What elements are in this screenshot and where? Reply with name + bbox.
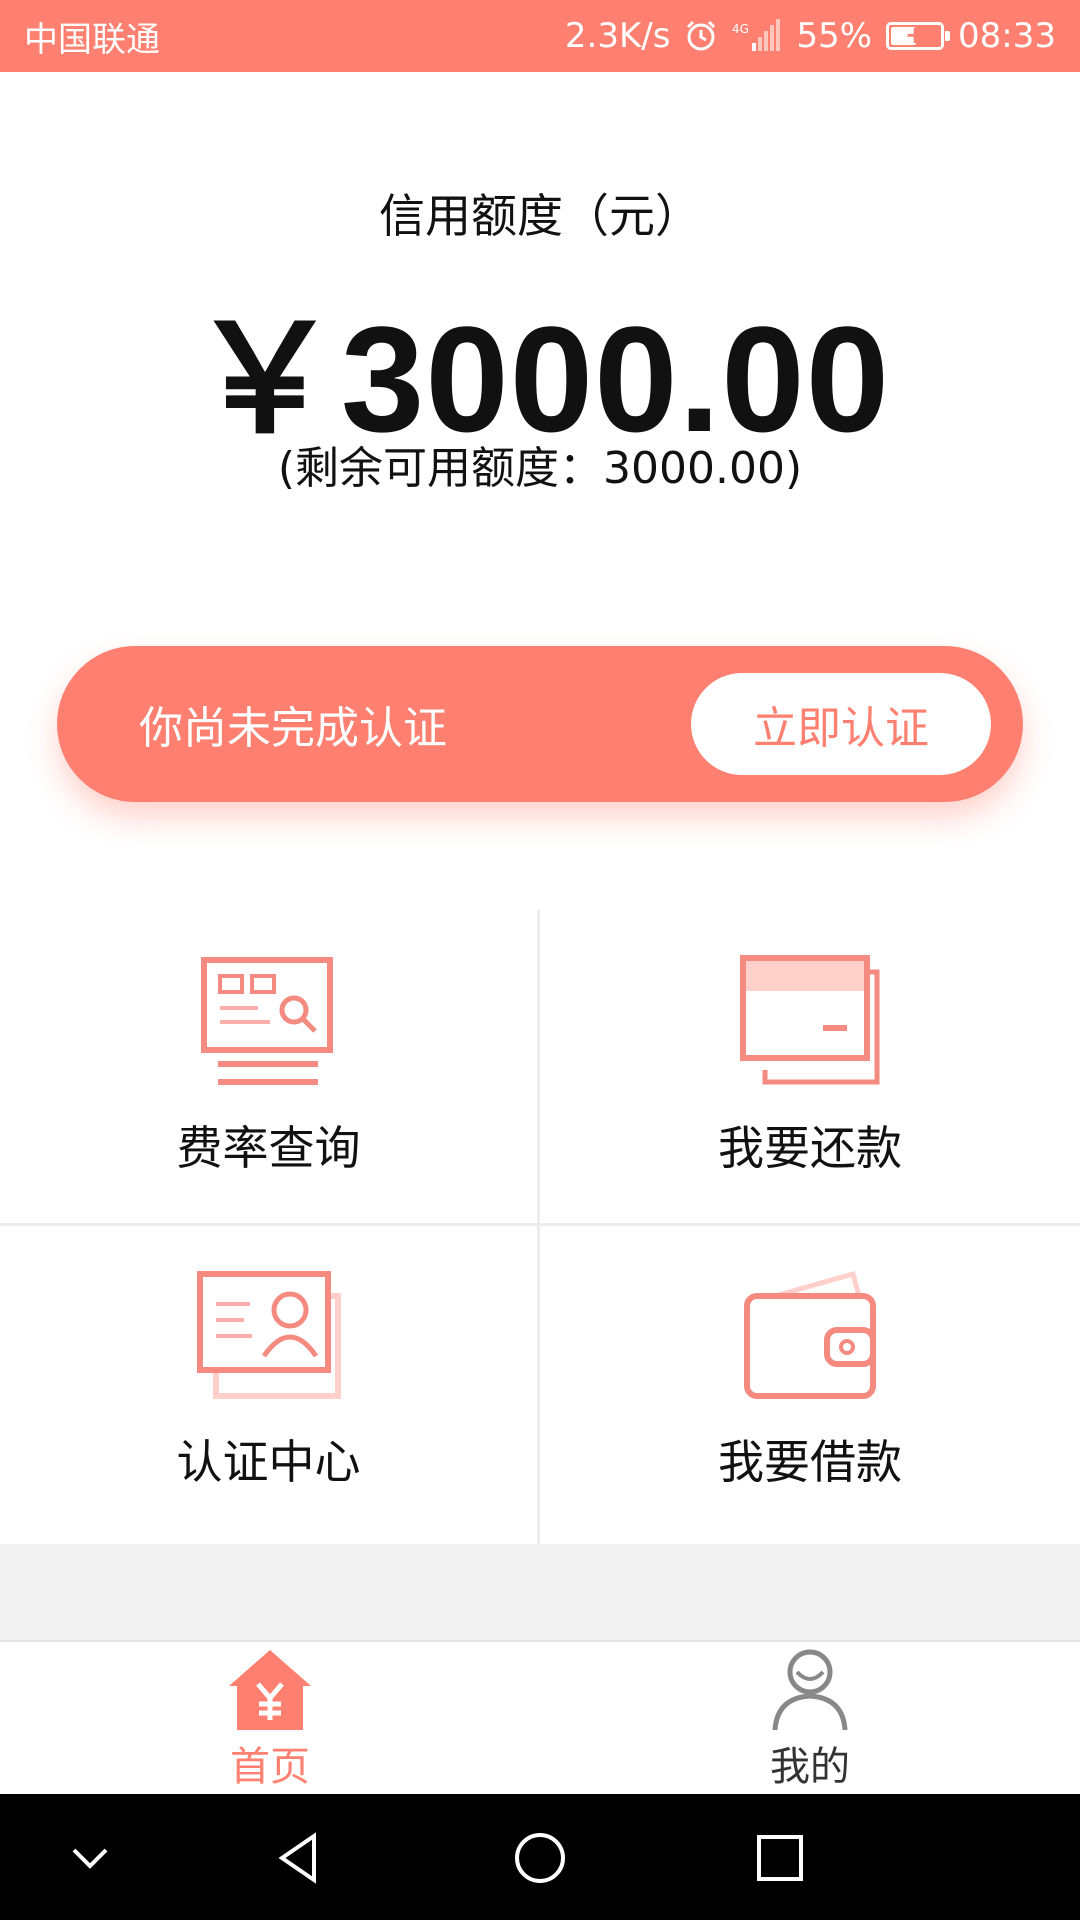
verify-banner: 你尚未完成认证 立即认证	[57, 646, 1023, 802]
grid-label: 认证中心	[176, 1435, 361, 1489]
network-type: 4G	[732, 22, 749, 36]
feature-grid: 费率查询 我要还款 认证中心 我要借款	[0, 910, 1080, 1544]
system-nav-bar	[0, 1794, 1080, 1920]
back-icon[interactable]	[274, 1832, 326, 1884]
grid-item-rate-query[interactable]: 费率查询	[0, 910, 540, 1226]
content-spacer	[0, 1544, 1080, 1640]
battery-percent: 55%	[796, 16, 873, 56]
verify-message: 你尚未完成认证	[139, 703, 447, 754]
clock: 08:33	[958, 16, 1056, 56]
wallet-icon	[744, 1270, 876, 1399]
remaining-credit: (剩余可用额度：3000.00)	[277, 443, 803, 494]
alarm-icon	[684, 19, 718, 53]
tab-home-label: 首页	[230, 1744, 310, 1790]
charging-icon: +	[904, 21, 926, 49]
carrier-label: 中国联通	[24, 19, 160, 60]
card-repay-icon	[740, 955, 880, 1085]
grid-item-verify-center[interactable]: 认证中心	[0, 1226, 540, 1544]
signal-icon: 4G	[732, 19, 782, 53]
grid-item-repay[interactable]: 我要还款	[540, 910, 1080, 1226]
tab-home[interactable]: 首页	[0, 1642, 540, 1794]
recents-icon[interactable]	[754, 1832, 806, 1884]
home-icon[interactable]	[514, 1832, 566, 1884]
battery-icon: +	[886, 21, 951, 50]
rate-query-icon	[200, 957, 333, 1085]
chevron-down-icon[interactable]	[64, 1832, 116, 1884]
home-yen-icon	[229, 1650, 311, 1730]
grid-label: 我要借款	[718, 1435, 902, 1489]
bottom-nav: 首页 我的	[0, 1640, 1080, 1794]
status-bar: 中国联通 2.3K/s 4G 55% + 08:33	[0, 0, 1080, 72]
app-screen: 中国联通 2.3K/s 4G 55% + 08:33 信用额度（元） ￥3000…	[0, 0, 1080, 1920]
grid-label: 我要还款	[718, 1121, 902, 1175]
tab-mine[interactable]: 我的	[540, 1642, 1080, 1794]
status-indicators: 2.3K/s 4G 55% + 08:33	[565, 16, 1056, 56]
grid-item-borrow[interactable]: 我要借款	[540, 1226, 1080, 1544]
net-speed: 2.3K/s	[564, 16, 671, 56]
tab-mine-label: 我的	[770, 1744, 850, 1790]
grid-label: 费率查询	[176, 1121, 361, 1175]
credit-title: 信用额度（元）	[379, 189, 701, 243]
user-icon	[772, 1649, 848, 1731]
verify-now-button[interactable]: 立即认证	[691, 673, 991, 775]
id-card-icon	[196, 1271, 341, 1399]
